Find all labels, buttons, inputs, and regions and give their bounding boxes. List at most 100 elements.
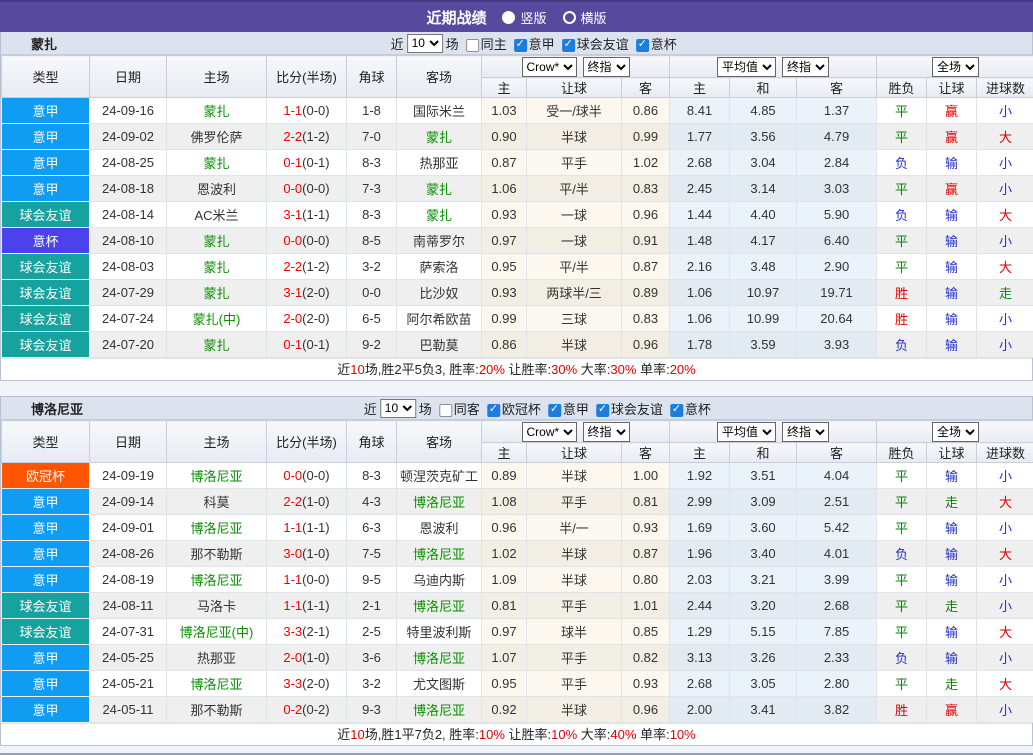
match-row: 球会友谊24-07-24蒙扎(中)2-0(2-0)6-5阿尔希欧苗0.99三球0… — [2, 306, 1033, 332]
handicap-line: 球半 — [527, 619, 622, 645]
match-row: 意甲24-09-16蒙扎1-1(0-0)1-8国际米兰1.03受一/球半0.86… — [2, 98, 1033, 124]
crow-select[interactable]: Crow* — [522, 422, 577, 442]
average-select[interactable]: 平均值 — [717, 422, 776, 442]
same-venue-checkbox[interactable] — [466, 39, 479, 52]
same-venue-checkbox[interactable] — [439, 404, 452, 417]
crow-away-odds: 0.83 — [622, 306, 670, 332]
match-row: 球会友谊24-07-29蒙扎3-1(2-0)0-0比沙奴0.93两球半/三0.8… — [2, 280, 1033, 306]
halftime-score: (0-1) — [302, 155, 329, 170]
fulltime-group-header: 全场 — [877, 421, 1033, 443]
avg-away-odds: 5.90 — [797, 202, 877, 228]
final-odds-select-2[interactable]: 终指 — [782, 57, 829, 77]
score: 2-2(1-2) — [267, 124, 347, 150]
average-select[interactable]: 平均值 — [717, 57, 776, 77]
crow-group-header: Crow* 终指 — [482, 421, 670, 443]
handicap-line: 三球 — [527, 306, 622, 332]
league-checkbox-1[interactable] — [487, 404, 500, 417]
league-checkbox-label-3: 球会友谊 — [611, 399, 663, 418]
score: 3-3(2-0) — [267, 671, 347, 697]
fulltime-score: 0-0 — [283, 468, 302, 483]
type-badge: 球会友谊 — [2, 306, 90, 332]
crow-away-odds: 0.93 — [622, 515, 670, 541]
crow-away-odds: 0.89 — [622, 280, 670, 306]
summary-segment: 场,胜2平5负3, 胜率: — [365, 362, 479, 377]
games-label: 场 — [419, 399, 432, 418]
crow-home-odds: 0.92 — [482, 697, 527, 723]
fulltime-select[interactable]: 全场 — [932, 422, 979, 442]
crow-away-odds: 0.93 — [622, 671, 670, 697]
fulltime-score: 2-0 — [283, 650, 302, 665]
avg-draw-odds: 3.26 — [730, 645, 797, 671]
main-col-header-1: 类型 — [2, 56, 90, 98]
final-odds-select-1[interactable]: 终指 — [583, 422, 630, 442]
fulltime-group-header: 全场 — [877, 56, 1033, 78]
match-date: 24-08-11 — [90, 593, 167, 619]
halftime-score: (2-1) — [302, 624, 329, 639]
match-row: 意甲24-08-18恩波利0-0(0-0)7-3蒙扎1.06平/半0.832.4… — [2, 176, 1033, 202]
score: 1-1(0-0) — [267, 98, 347, 124]
radio-vertical[interactable]: 竖版 — [502, 8, 546, 27]
average-group-header: 平均值终指 — [670, 56, 877, 78]
crow-away-odds: 0.96 — [622, 332, 670, 358]
result-cell: 平 — [877, 176, 927, 202]
sub-col-header-6: 客 — [797, 443, 877, 463]
topbar: 近期战绩 竖版 横版 — [0, 0, 1033, 32]
results-table: 类型日期主场比分(半场)角球客场Crow*终指平均值终指全场主让球客主和客胜负让… — [1, 55, 1033, 358]
final-odds-select-2[interactable]: 终指 — [782, 422, 829, 442]
fulltime-score: 3-3 — [283, 676, 302, 691]
result-cell: 负 — [877, 541, 927, 567]
match-date: 24-05-25 — [90, 645, 167, 671]
crow-home-odds: 0.97 — [482, 619, 527, 645]
match-date: 24-05-21 — [90, 671, 167, 697]
league-checkbox-3[interactable] — [596, 404, 609, 417]
radio-horizontal[interactable]: 横版 — [563, 8, 607, 27]
league-checkbox-4[interactable] — [670, 404, 683, 417]
league-checkbox-2[interactable] — [562, 39, 575, 52]
match-date: 24-08-25 — [90, 150, 167, 176]
corner-count: 4-3 — [347, 489, 397, 515]
main-col-header-2: 日期 — [90, 56, 167, 98]
result-cell: 平 — [877, 671, 927, 697]
crow-home-odds: 0.90 — [482, 124, 527, 150]
crow-away-odds: 0.99 — [622, 124, 670, 150]
main-col-header-2: 日期 — [90, 421, 167, 463]
handicap-result-cell: 输 — [927, 202, 977, 228]
match-date: 24-09-14 — [90, 489, 167, 515]
goals-result-cell: 大 — [977, 541, 1033, 567]
avg-home-odds: 2.03 — [670, 567, 730, 593]
type-badge: 球会友谊 — [2, 254, 90, 280]
fulltime-select[interactable]: 全场 — [932, 57, 979, 77]
avg-home-odds: 1.96 — [670, 541, 730, 567]
match-row: 意甲24-09-01博洛尼亚1-1(1-1)6-3恩波利0.96半/一0.931… — [2, 515, 1033, 541]
result-cell: 平 — [877, 98, 927, 124]
corner-count: 8-3 — [347, 202, 397, 228]
league-checkbox-2[interactable] — [548, 404, 561, 417]
summary-segment: 20% — [670, 362, 696, 377]
crow-home-odds: 0.93 — [482, 202, 527, 228]
final-odds-select-1[interactable]: 终指 — [583, 57, 630, 77]
handicap-line: 半球 — [527, 332, 622, 358]
league-checkbox-3[interactable] — [636, 39, 649, 52]
type-badge: 意杯 — [2, 228, 90, 254]
avg-draw-odds: 10.97 — [730, 280, 797, 306]
games-count-select[interactable]: 10 — [380, 399, 416, 418]
handicap-line: 一球 — [527, 228, 622, 254]
halftime-score: (1-2) — [302, 129, 329, 144]
radio-horizontal-icon[interactable] — [563, 11, 576, 24]
handicap-result-cell: 输 — [927, 619, 977, 645]
games-count-select[interactable]: 10 — [407, 34, 443, 53]
league-checkbox-label-4: 意杯 — [685, 399, 711, 418]
type-badge: 意甲 — [2, 124, 90, 150]
avg-away-odds: 3.82 — [797, 697, 877, 723]
halftime-score: (1-1) — [302, 207, 329, 222]
result-cell: 负 — [877, 150, 927, 176]
corner-count: 3-2 — [347, 671, 397, 697]
league-checkbox-1[interactable] — [514, 39, 527, 52]
halftime-score: (1-1) — [302, 598, 329, 613]
crow-select[interactable]: Crow* — [522, 57, 577, 77]
avg-home-odds: 2.68 — [670, 150, 730, 176]
radio-vertical-icon[interactable] — [502, 11, 515, 24]
handicap-result-cell: 输 — [927, 254, 977, 280]
corner-count: 9-5 — [347, 567, 397, 593]
handicap-result-cell: 走 — [927, 671, 977, 697]
